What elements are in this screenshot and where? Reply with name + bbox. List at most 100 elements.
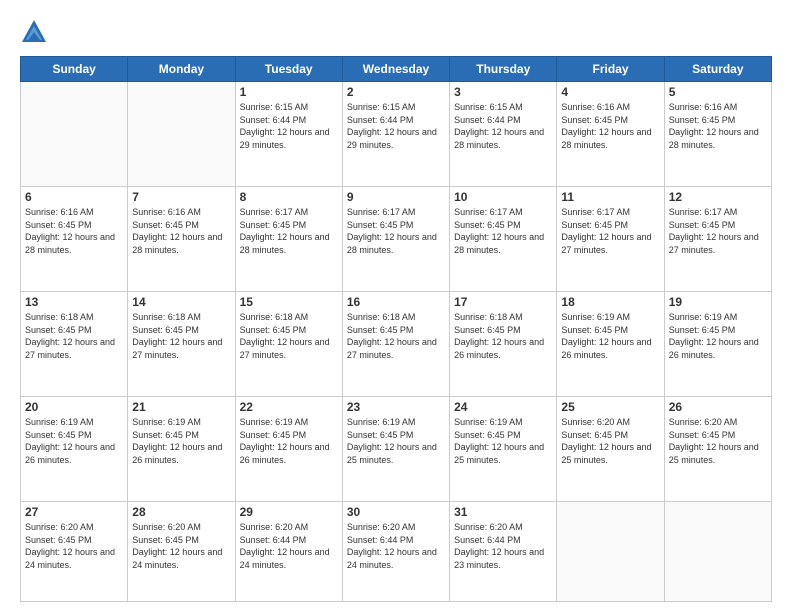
header <box>20 18 772 46</box>
calendar-cell: 6Sunrise: 6:16 AM Sunset: 6:45 PM Daylig… <box>21 187 128 292</box>
day-number: 11 <box>561 190 659 204</box>
day-info: Sunrise: 6:17 AM Sunset: 6:45 PM Dayligh… <box>240 206 338 256</box>
day-info: Sunrise: 6:19 AM Sunset: 6:45 PM Dayligh… <box>240 416 338 466</box>
day-number: 23 <box>347 400 445 414</box>
day-number: 28 <box>132 505 230 519</box>
calendar-cell <box>664 502 771 602</box>
calendar-week-row: 6Sunrise: 6:16 AM Sunset: 6:45 PM Daylig… <box>21 187 772 292</box>
day-info: Sunrise: 6:18 AM Sunset: 6:45 PM Dayligh… <box>132 311 230 361</box>
day-info: Sunrise: 6:18 AM Sunset: 6:45 PM Dayligh… <box>347 311 445 361</box>
weekday-header-monday: Monday <box>128 57 235 82</box>
day-number: 12 <box>669 190 767 204</box>
logo-icon <box>20 18 48 46</box>
calendar-cell: 26 Sunrise: 6:20 AM Sunset: 6:45 PM Dayli… <box>664 397 771 502</box>
day-info: Sunrise: 6:20 AM Sunset: 6:45 PM Dayligh… <box>669 416 767 466</box>
day-number: 9 <box>347 190 445 204</box>
calendar-cell: 22 Sunrise: 6:19 AM Sunset: 6:45 PM Dayli… <box>235 397 342 502</box>
calendar-cell: 19Sunrise: 6:19 AM Sunset: 6:45 PM Dayli… <box>664 292 771 397</box>
calendar-cell: 15Sunrise: 6:18 AM Sunset: 6:45 PM Dayli… <box>235 292 342 397</box>
day-info: Sunrise: 6:20 AM Sunset: 6:45 PM Dayligh… <box>561 416 659 466</box>
calendar-cell: 17 Sunrise: 6:18 AM Sunset: 6:45 PM Dayli… <box>450 292 557 397</box>
day-info: Sunrise: 6:15 AM Sunset: 6:44 PM Dayligh… <box>454 101 552 151</box>
calendar-cell: 18 Sunrise: 6:19 AM Sunset: 6:45 PM Dayli… <box>557 292 664 397</box>
day-number: 27 <box>25 505 123 519</box>
day-info: Sunrise: 6:19 AM Sunset: 6:45 PM Dayligh… <box>561 311 659 361</box>
calendar-cell: 31 Sunrise: 6:20 AM Sunset: 6:44 PM Dayli… <box>450 502 557 602</box>
day-number: 16 <box>347 295 445 309</box>
calendar-cell: 1 Sunrise: 6:15 AM Sunset: 6:44 PM Daylig… <box>235 82 342 187</box>
day-number: 24 <box>454 400 552 414</box>
weekday-header-saturday: Saturday <box>664 57 771 82</box>
day-info: Sunrise: 6:17 AM Sunset: 6:45 PM Dayligh… <box>347 206 445 256</box>
day-number: 8 <box>240 190 338 204</box>
day-info: Sunrise: 6:15 AM Sunset: 6:44 PM Dayligh… <box>240 101 338 151</box>
day-number: 26 <box>669 400 767 414</box>
calendar-table: SundayMondayTuesdayWednesdayThursdayFrid… <box>20 56 772 602</box>
calendar-cell: 11 Sunrise: 6:17 AM Sunset: 6:45 PM Dayli… <box>557 187 664 292</box>
calendar-cell: 28 Sunrise: 6:20 AM Sunset: 6:45 PM Dayli… <box>128 502 235 602</box>
day-number: 25 <box>561 400 659 414</box>
calendar-cell: 12 Sunrise: 6:17 AM Sunset: 6:45 PM Dayli… <box>664 187 771 292</box>
logo <box>20 18 52 46</box>
calendar-cell: 8 Sunrise: 6:17 AM Sunset: 6:45 PM Daylig… <box>235 187 342 292</box>
weekday-header-friday: Friday <box>557 57 664 82</box>
weekday-header-sunday: Sunday <box>21 57 128 82</box>
calendar-cell: 4 Sunrise: 6:16 AM Sunset: 6:45 PM Daylig… <box>557 82 664 187</box>
day-info: Sunrise: 6:16 AM Sunset: 6:45 PM Dayligh… <box>132 206 230 256</box>
day-info: Sunrise: 6:20 AM Sunset: 6:44 PM Dayligh… <box>454 521 552 571</box>
day-number: 29 <box>240 505 338 519</box>
day-number: 31 <box>454 505 552 519</box>
day-number: 18 <box>561 295 659 309</box>
calendar-cell: 21Sunrise: 6:19 AM Sunset: 6:45 PM Dayli… <box>128 397 235 502</box>
calendar-cell: 14 Sunrise: 6:18 AM Sunset: 6:45 PM Dayli… <box>128 292 235 397</box>
day-info: Sunrise: 6:20 AM Sunset: 6:45 PM Dayligh… <box>132 521 230 571</box>
calendar-cell: 3 Sunrise: 6:15 AM Sunset: 6:44 PM Daylig… <box>450 82 557 187</box>
day-info: Sunrise: 6:18 AM Sunset: 6:45 PM Dayligh… <box>454 311 552 361</box>
day-number: 1 <box>240 85 338 99</box>
day-number: 21 <box>132 400 230 414</box>
day-info: Sunrise: 6:19 AM Sunset: 6:45 PM Dayligh… <box>669 311 767 361</box>
calendar-cell: 5Sunrise: 6:16 AM Sunset: 6:45 PM Daylig… <box>664 82 771 187</box>
day-info: Sunrise: 6:17 AM Sunset: 6:45 PM Dayligh… <box>561 206 659 256</box>
calendar-cell: 30Sunrise: 6:20 AM Sunset: 6:44 PM Dayli… <box>342 502 449 602</box>
day-number: 14 <box>132 295 230 309</box>
calendar-cell: 10Sunrise: 6:17 AM Sunset: 6:45 PM Dayli… <box>450 187 557 292</box>
day-number: 17 <box>454 295 552 309</box>
day-number: 22 <box>240 400 338 414</box>
day-info: Sunrise: 6:15 AM Sunset: 6:44 PM Dayligh… <box>347 101 445 151</box>
day-number: 20 <box>25 400 123 414</box>
calendar-cell: 24 Sunrise: 6:19 AM Sunset: 6:45 PM Dayli… <box>450 397 557 502</box>
calendar-cell <box>557 502 664 602</box>
calendar-week-row: 13 Sunrise: 6:18 AM Sunset: 6:45 PM Dayli… <box>21 292 772 397</box>
day-info: Sunrise: 6:16 AM Sunset: 6:45 PM Dayligh… <box>25 206 123 256</box>
calendar-cell: 16 Sunrise: 6:18 AM Sunset: 6:45 PM Dayli… <box>342 292 449 397</box>
calendar-cell: 25 Sunrise: 6:20 AM Sunset: 6:45 PM Dayli… <box>557 397 664 502</box>
calendar-cell <box>128 82 235 187</box>
day-number: 4 <box>561 85 659 99</box>
weekday-header-thursday: Thursday <box>450 57 557 82</box>
day-info: Sunrise: 6:17 AM Sunset: 6:45 PM Dayligh… <box>669 206 767 256</box>
day-info: Sunrise: 6:18 AM Sunset: 6:45 PM Dayligh… <box>25 311 123 361</box>
weekday-header-row: SundayMondayTuesdayWednesdayThursdayFrid… <box>21 57 772 82</box>
calendar-cell: 29Sunrise: 6:20 AM Sunset: 6:44 PM Dayli… <box>235 502 342 602</box>
day-number: 2 <box>347 85 445 99</box>
day-number: 13 <box>25 295 123 309</box>
day-number: 7 <box>132 190 230 204</box>
calendar-week-row: 27 Sunrise: 6:20 AM Sunset: 6:45 PM Dayli… <box>21 502 772 602</box>
weekday-header-wednesday: Wednesday <box>342 57 449 82</box>
calendar-cell: 2 Sunrise: 6:15 AM Sunset: 6:44 PM Daylig… <box>342 82 449 187</box>
day-number: 3 <box>454 85 552 99</box>
day-number: 5 <box>669 85 767 99</box>
day-info: Sunrise: 6:18 AM Sunset: 6:45 PM Dayligh… <box>240 311 338 361</box>
calendar-week-row: 1 Sunrise: 6:15 AM Sunset: 6:44 PM Daylig… <box>21 82 772 187</box>
calendar-cell: 27 Sunrise: 6:20 AM Sunset: 6:45 PM Dayli… <box>21 502 128 602</box>
calendar-cell: 20Sunrise: 6:19 AM Sunset: 6:45 PM Dayli… <box>21 397 128 502</box>
day-info: Sunrise: 6:20 AM Sunset: 6:45 PM Dayligh… <box>25 521 123 571</box>
day-info: Sunrise: 6:16 AM Sunset: 6:45 PM Dayligh… <box>561 101 659 151</box>
day-number: 10 <box>454 190 552 204</box>
calendar-week-row: 20 Sunrise: 6:19 AM Sunset: 6:45 PM Dayli… <box>21 397 772 502</box>
page: SundayMondayTuesdayWednesdayThursdayFrid… <box>0 0 792 612</box>
day-info: Sunrise: 6:19 AM Sunset: 6:45 PM Dayligh… <box>454 416 552 466</box>
calendar-cell: 13 Sunrise: 6:18 AM Sunset: 6:45 PM Dayli… <box>21 292 128 397</box>
calendar-cell <box>21 82 128 187</box>
